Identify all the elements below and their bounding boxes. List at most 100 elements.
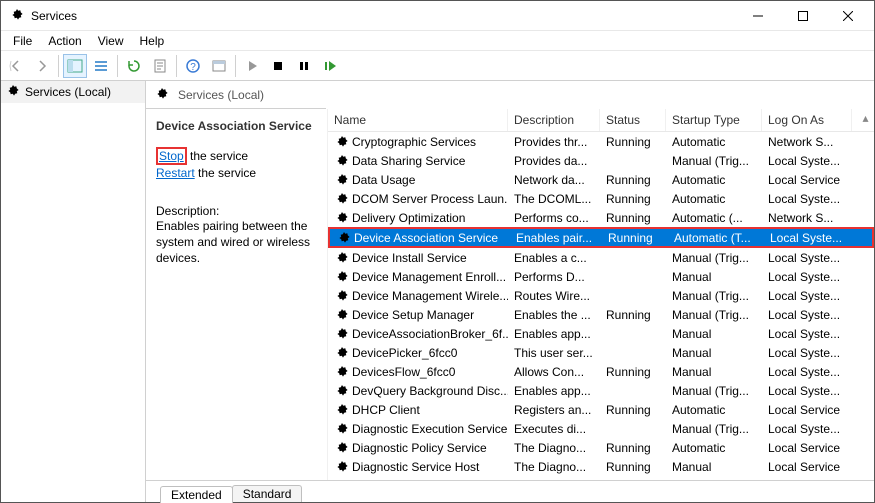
service-startup: Manual (666, 459, 762, 475)
service-logon: Local Syste... (762, 269, 852, 285)
minimize-button[interactable] (735, 2, 780, 30)
service-row[interactable]: DCOM Server Process Laun...The DCOML...R… (328, 189, 874, 208)
header-icon (154, 87, 170, 103)
stop-service-link[interactable]: Stop (156, 147, 187, 165)
start-service-button[interactable] (240, 54, 264, 78)
service-status: Running (600, 134, 666, 150)
service-row[interactable]: DHCP ClientRegisters an...RunningAutomat… (328, 400, 874, 419)
service-row[interactable]: Diagnostic Service HostThe Diagno...Runn… (328, 457, 874, 476)
scroll-up-icon[interactable]: ▴ (857, 109, 874, 126)
col-status[interactable]: Status (600, 109, 666, 131)
service-desc: Routes Wire... (508, 288, 600, 304)
service-startup: Manual (Trig... (666, 421, 762, 437)
description-label: Description: (156, 204, 317, 218)
service-name: Device Install Service (352, 251, 467, 265)
service-icon (334, 403, 348, 416)
service-status: Running (600, 191, 666, 207)
service-name: Cryptographic Services (352, 135, 476, 149)
service-row[interactable]: DevQuery Background Disc...Enables app..… (328, 381, 874, 400)
service-row[interactable]: Device Management Wirele...Routes Wire..… (328, 286, 874, 305)
help-button[interactable]: ? (181, 54, 205, 78)
col-startup[interactable]: Startup Type (666, 109, 762, 131)
service-startup: Automatic (666, 191, 762, 207)
menu-view[interactable]: View (90, 32, 132, 50)
pause-service-button[interactable] (292, 54, 316, 78)
service-name: DevicesFlow_6fcc0 (352, 365, 455, 379)
service-name: Device Setup Manager (352, 308, 474, 322)
service-name: Delivery Optimization (352, 211, 465, 225)
service-icon (334, 289, 348, 302)
service-logon: Network S... (762, 210, 852, 226)
service-status (600, 295, 666, 297)
back-button[interactable] (4, 54, 28, 78)
service-row[interactable]: Diagnostic Policy ServiceThe Diagno...Ru… (328, 438, 874, 457)
service-row[interactable]: Device Association ServiceEnables pair..… (328, 227, 874, 248)
maximize-button[interactable] (780, 2, 825, 30)
tree-root-label: Services (Local) (25, 85, 111, 99)
service-row[interactable]: Delivery OptimizationPerforms co...Runni… (328, 208, 874, 227)
restart-service-button[interactable] (318, 54, 342, 78)
service-desc: This user ser... (508, 345, 600, 361)
service-status (600, 390, 666, 392)
service-row[interactable]: Device Management Enroll...Performs D...… (328, 267, 874, 286)
restart-suffix: the service (195, 166, 256, 180)
details-view-button[interactable] (89, 54, 113, 78)
service-icon (334, 192, 348, 205)
service-startup: Automatic (666, 440, 762, 456)
col-description[interactable]: Description (508, 109, 600, 131)
app-icon (9, 8, 25, 24)
service-startup: Automatic (666, 402, 762, 418)
tree-root-item[interactable]: Services (Local) (1, 81, 145, 103)
refresh-button[interactable] (122, 54, 146, 78)
services-window: Services File Action View Help ? (0, 0, 875, 503)
tab-standard[interactable]: Standard (232, 485, 303, 502)
export-list-button[interactable] (148, 54, 172, 78)
service-row[interactable]: Diagnostic Execution ServiceExecutes di.… (328, 419, 874, 438)
service-icon (334, 346, 348, 359)
service-icon (334, 211, 348, 224)
stop-suffix: the service (187, 149, 248, 163)
menu-action[interactable]: Action (40, 32, 89, 50)
restart-service-link[interactable]: Restart (156, 166, 195, 180)
service-logon: Local Service (762, 402, 852, 418)
menu-file[interactable]: File (5, 32, 40, 50)
menu-bar: File Action View Help (1, 31, 874, 51)
tree-panel: Services (Local) (1, 81, 146, 502)
service-startup: Automatic (666, 134, 762, 150)
service-startup: Manual (Trig... (666, 383, 762, 399)
service-desc: Provides da... (508, 153, 600, 169)
forward-button[interactable] (30, 54, 54, 78)
stop-service-button[interactable] (266, 54, 290, 78)
service-desc: Network da... (508, 172, 600, 188)
service-status: Running (600, 307, 666, 323)
service-status: Running (602, 230, 668, 246)
service-row[interactable]: Cryptographic ServicesProvides thr...Run… (328, 132, 874, 151)
service-row[interactable]: DeviceAssociationBroker_6f...Enables app… (328, 324, 874, 343)
service-row[interactable]: Data UsageNetwork da...RunningAutomaticL… (328, 170, 874, 189)
col-logon[interactable]: Log On As (762, 109, 852, 131)
service-desc: Enables pair... (510, 230, 602, 246)
tab-extended[interactable]: Extended (160, 486, 233, 503)
service-icon (334, 441, 348, 454)
grid-header: Name Description Status Startup Type Log… (328, 109, 874, 132)
menu-help[interactable]: Help (132, 32, 173, 50)
service-logon: Local Syste... (762, 191, 852, 207)
service-startup: Manual (666, 345, 762, 361)
service-row[interactable]: DevicesFlow_6fcc0Allows Con...RunningMan… (328, 362, 874, 381)
service-name: Diagnostic Policy Service (352, 441, 487, 455)
service-row[interactable]: Device Install ServiceEnables a c...Manu… (328, 248, 874, 267)
service-name: Device Management Wirele... (352, 289, 508, 303)
window-title: Services (31, 9, 77, 23)
service-name: DeviceAssociationBroker_6f... (352, 327, 508, 341)
service-row[interactable]: Data Sharing ServiceProvides da...Manual… (328, 151, 874, 170)
service-row[interactable]: DevicePicker_6fcc0This user ser...Manual… (328, 343, 874, 362)
close-button[interactable] (825, 2, 870, 30)
detail-pane: Device Association Service Stop the serv… (146, 109, 328, 480)
col-name[interactable]: Name (328, 109, 508, 131)
service-logon: Local Syste... (762, 153, 852, 169)
service-startup: Automatic (... (666, 210, 762, 226)
properties-button[interactable] (207, 54, 231, 78)
service-row[interactable]: Device Setup ManagerEnables the ...Runni… (328, 305, 874, 324)
service-icon (334, 173, 348, 186)
show-hide-tree-button[interactable] (63, 54, 87, 78)
